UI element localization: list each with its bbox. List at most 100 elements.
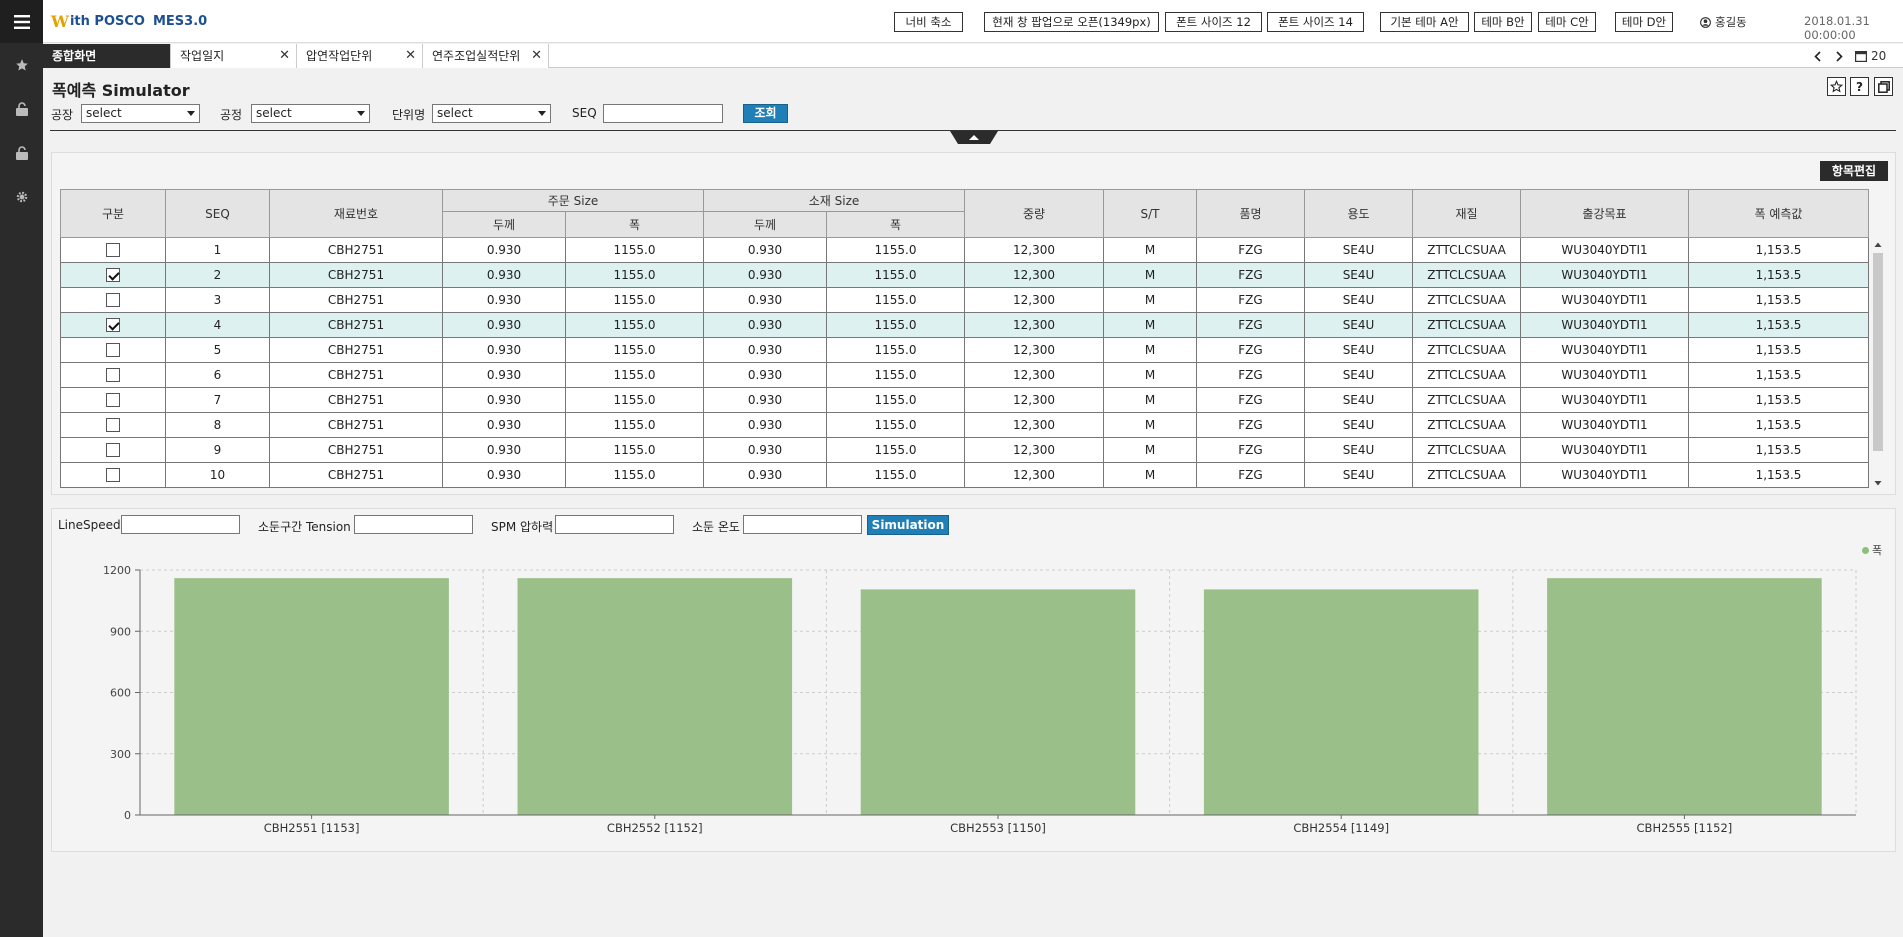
gear-icon[interactable] xyxy=(0,175,43,219)
cell-usage: SE4U xyxy=(1304,412,1413,438)
spm-input[interactable] xyxy=(555,515,674,534)
x-tick-label: CBH2552 [1152] xyxy=(607,821,703,835)
font-size-12-button[interactable]: 폰트 사이즈 12 xyxy=(1165,12,1262,32)
legend-dot xyxy=(1862,546,1869,554)
new-window-icon[interactable] xyxy=(1874,77,1893,96)
x-tick-label: CBH2554 [1149] xyxy=(1293,821,1389,835)
factory-select[interactable]: select xyxy=(81,104,200,123)
col-header-st[interactable]: S/T xyxy=(1103,189,1197,238)
table-row[interactable]: 7 CBH2751 0.930 1155.0 0.930 1155.0 12,300 M FZG… xyxy=(60,387,1869,413)
cell-ot: 0.930 xyxy=(442,262,566,288)
col-header-weight[interactable]: 중량 xyxy=(964,189,1104,238)
close-icon[interactable]: ✕ xyxy=(531,44,542,68)
cell-predict: 1,153.5 xyxy=(1688,387,1869,413)
cell-quality: ZTTCLCSUAA xyxy=(1412,337,1521,363)
table-row[interactable]: 10 CBH2751 0.930 1155.0 0.930 1155.0 12,300 M FZ… xyxy=(60,462,1869,488)
help-icon[interactable]: ? xyxy=(1850,77,1869,96)
lock-open-icon[interactable] xyxy=(0,131,43,175)
theme-a-button[interactable]: 기본 테마 A안 xyxy=(1380,12,1469,32)
row-checkbox[interactable] xyxy=(106,393,120,408)
tab-casting-unit[interactable]: 연주조업실적단위 ✕ xyxy=(423,44,549,68)
theme-c-button[interactable]: 테마 C안 xyxy=(1538,12,1596,32)
edit-columns-button[interactable]: 항목편집 xyxy=(1820,161,1888,181)
cell-usage: SE4U xyxy=(1304,462,1413,488)
theme-b-button[interactable]: 테마 B안 xyxy=(1474,12,1532,32)
col-header-predict[interactable]: 폭 예측값 xyxy=(1688,189,1869,238)
table-row[interactable]: 9 CBH2751 0.930 1155.0 0.930 1155.0 12,300 M FZG… xyxy=(60,437,1869,463)
collapse-toggle-icon[interactable] xyxy=(950,131,998,144)
tab-rolling-unit[interactable]: 압연작업단위 ✕ xyxy=(297,44,423,68)
hamburger-menu-icon[interactable] xyxy=(0,0,43,43)
chevron-right-icon[interactable] xyxy=(1830,48,1848,64)
row-checkbox[interactable] xyxy=(106,318,120,333)
user-info[interactable]: 홍길동 xyxy=(1700,14,1747,30)
col-header-order-width[interactable]: 폭 xyxy=(565,211,704,238)
grid-scrollbar[interactable] xyxy=(1872,239,1884,489)
col-header-target[interactable]: 출강목표 xyxy=(1520,189,1689,238)
temperature-input[interactable] xyxy=(743,515,862,534)
cell-mw: 1155.0 xyxy=(826,387,965,413)
theme-d-button[interactable]: 테마 D안 xyxy=(1615,12,1673,32)
cell-mw: 1155.0 xyxy=(826,237,965,263)
col-header-product[interactable]: 품명 xyxy=(1196,189,1305,238)
tab-count[interactable]: 20 xyxy=(1855,48,1899,64)
star-icon[interactable] xyxy=(0,43,43,87)
process-select[interactable]: select xyxy=(251,104,370,123)
table-row[interactable]: 2 CBH2751 0.930 1155.0 0.930 1155.0 12,300 M FZG… xyxy=(60,262,1869,288)
cell-st: M xyxy=(1103,337,1197,363)
col-header-usage[interactable]: 용도 xyxy=(1304,189,1413,238)
table-row[interactable]: 3 CBH2751 0.930 1155.0 0.930 1155.0 12,300 M FZG… xyxy=(60,287,1869,313)
simulation-button[interactable]: Simulation xyxy=(867,515,949,535)
row-checkbox[interactable] xyxy=(106,468,120,483)
table-row[interactable]: 1 CBH2751 0.930 1155.0 0.930 1155.0 12,300 M FZG… xyxy=(60,237,1869,263)
top-bar: W ith POSCO MES3.0 너비 축소 현재 창 팝업으로 오픈(13… xyxy=(43,0,1903,43)
cell-target: WU3040YDTI1 xyxy=(1520,287,1689,313)
close-icon[interactable]: ✕ xyxy=(405,44,416,68)
col-header-material-size[interactable]: 소재 Size xyxy=(703,189,965,212)
seq-input[interactable] xyxy=(603,104,723,123)
dropdown-arrow-icon xyxy=(357,111,365,116)
font-size-14-button[interactable]: 폰트 사이즈 14 xyxy=(1267,12,1364,32)
tension-input[interactable] xyxy=(354,515,473,534)
cell-predict: 1,153.5 xyxy=(1688,362,1869,388)
cell-seq: 7 xyxy=(165,387,270,413)
search-button[interactable]: 조회 xyxy=(743,104,788,123)
row-checkbox[interactable] xyxy=(106,418,120,433)
col-header-material-thickness[interactable]: 두께 xyxy=(703,211,827,238)
col-header-order-thickness[interactable]: 두께 xyxy=(442,211,566,238)
tab-home[interactable]: 종합화면 xyxy=(43,44,171,68)
app-logo[interactable]: W ith POSCO MES3.0 xyxy=(51,12,207,31)
cell-ot: 0.930 xyxy=(442,337,566,363)
row-checkbox[interactable] xyxy=(106,368,120,383)
close-icon[interactable]: ✕ xyxy=(279,44,290,68)
row-checkbox[interactable] xyxy=(106,243,120,258)
col-header-seq[interactable]: SEQ xyxy=(165,189,270,238)
popup-open-button[interactable]: 현재 창 팝업으로 오픈(1349px) xyxy=(984,12,1159,32)
row-checkbox[interactable] xyxy=(106,343,120,358)
col-header-div[interactable]: 구분 xyxy=(60,189,166,238)
cell-quality: ZTTCLCSUAA xyxy=(1412,312,1521,338)
unlock-icon[interactable] xyxy=(0,87,43,131)
col-header-quality[interactable]: 재질 xyxy=(1412,189,1521,238)
col-header-material[interactable]: 재료번호 xyxy=(269,189,443,238)
cell-product: FZG xyxy=(1196,462,1305,488)
chevron-left-icon[interactable] xyxy=(1808,48,1826,64)
table-row[interactable]: 8 CBH2751 0.930 1155.0 0.930 1155.0 12,300 M FZG… xyxy=(60,412,1869,438)
col-header-material-width[interactable]: 폭 xyxy=(826,211,965,238)
col-header-order-size[interactable]: 주문 Size xyxy=(442,189,704,212)
cell-usage: SE4U xyxy=(1304,312,1413,338)
table-row[interactable]: 4 CBH2751 0.930 1155.0 0.930 1155.0 12,300 M FZG… xyxy=(60,312,1869,338)
cell-weight: 12,300 xyxy=(964,362,1104,388)
row-checkbox[interactable] xyxy=(106,443,120,458)
row-checkbox[interactable] xyxy=(106,268,120,283)
table-row[interactable]: 6 CBH2751 0.930 1155.0 0.930 1155.0 12,300 M FZG… xyxy=(60,362,1869,388)
bar xyxy=(1203,589,1479,815)
linespeed-input[interactable] xyxy=(121,515,240,534)
favorite-star-icon[interactable] xyxy=(1827,77,1846,96)
unit-select[interactable]: select xyxy=(432,104,551,123)
table-row[interactable]: 5 CBH2751 0.930 1155.0 0.930 1155.0 12,300 M FZG… xyxy=(60,337,1869,363)
temperature-label: 소둔 온도 xyxy=(692,520,740,534)
row-checkbox[interactable] xyxy=(106,293,120,308)
tab-work-log[interactable]: 작업일지 ✕ xyxy=(171,44,297,68)
width-reduce-button[interactable]: 너비 축소 xyxy=(894,12,963,32)
